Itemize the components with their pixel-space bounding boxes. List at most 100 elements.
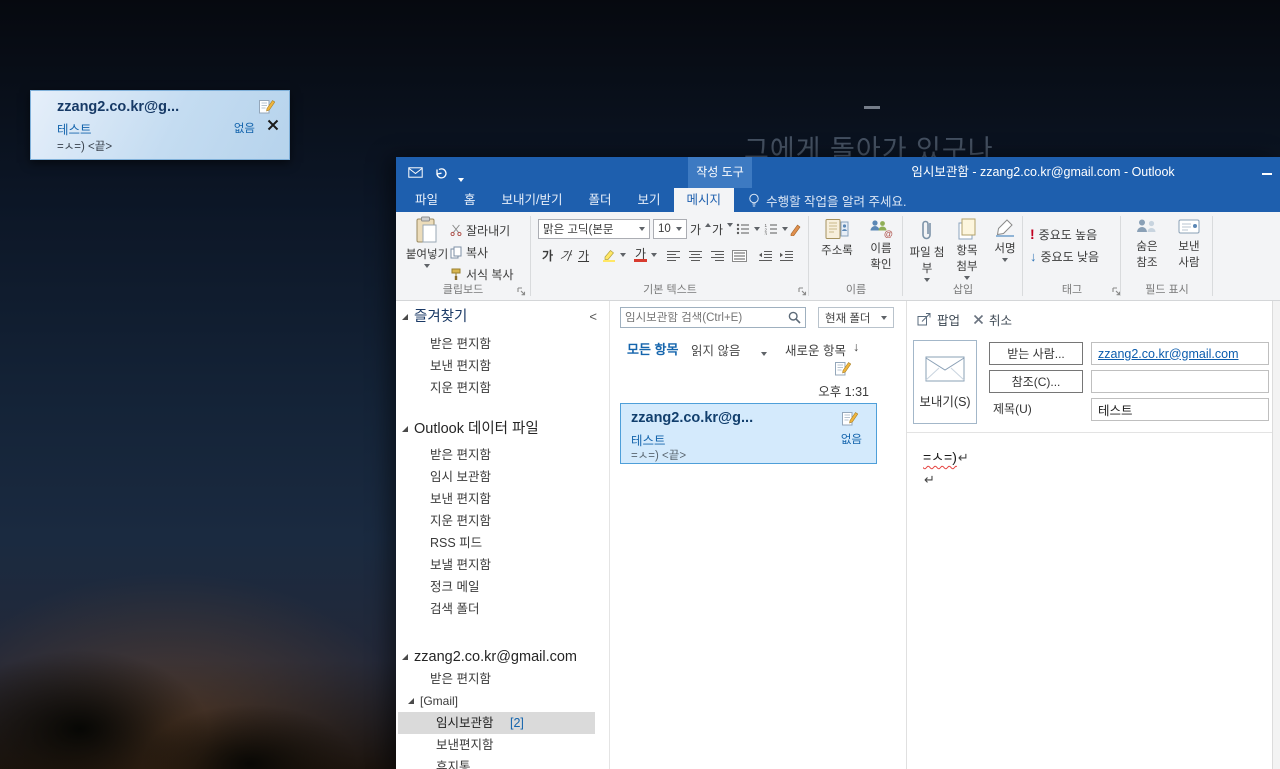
- nav-item-gmail-trash[interactable]: 휴지통: [436, 756, 471, 769]
- nav-item-gmail-node[interactable]: [Gmail]: [420, 690, 458, 712]
- tab-send-receive[interactable]: 보내기/받기: [489, 188, 576, 212]
- discard-button[interactable]: 취소: [973, 308, 1012, 330]
- datafile-header[interactable]: Outlook 데이터 파일: [414, 418, 539, 440]
- tab-home[interactable]: 홈: [451, 188, 489, 212]
- decrease-indent-button[interactable]: [758, 246, 773, 266]
- font-color-button[interactable]: 가: [634, 245, 657, 265]
- from-field-icon: [1178, 219, 1200, 234]
- high-importance-button[interactable]: ! 중요도 높음: [1030, 224, 1097, 244]
- check-names-button[interactable]: @ 이름 확인: [862, 218, 900, 272]
- tab-view[interactable]: 보기: [625, 188, 674, 212]
- nav-item-search-folders[interactable]: 검색 폴더: [430, 598, 479, 620]
- draft-preview-card[interactable]: zzang2.co.kr@g... 테스트 없음 =ㅅ=) <끝>: [30, 90, 290, 160]
- sort-direction-arrow[interactable]: ↓: [853, 340, 859, 354]
- nav-item-junk[interactable]: 정크 메일: [430, 576, 479, 598]
- nav-item-inbox[interactable]: 받은 편지함: [430, 668, 491, 690]
- send-button[interactable]: 보내기(S): [913, 340, 977, 424]
- nav-item-deleted[interactable]: 지운 편지함: [430, 510, 491, 532]
- tab-file[interactable]: 파일: [402, 188, 451, 212]
- pen-style-button[interactable]: [789, 219, 801, 239]
- font-size-select[interactable]: 10: [653, 219, 687, 239]
- nav-item-inbox[interactable]: 받은 편지함: [430, 333, 491, 355]
- attach-file-button[interactable]: 파일 첨부: [908, 218, 946, 282]
- highlight-button[interactable]: [602, 245, 626, 265]
- tab-message[interactable]: 메시지: [673, 188, 735, 212]
- ghost-subject: 테스트: [57, 123, 92, 137]
- cc-button[interactable]: 참조(C)...: [989, 370, 1083, 393]
- align-left-button[interactable]: [666, 246, 681, 266]
- to-button[interactable]: 받는 사람...: [989, 342, 1083, 365]
- align-center-button[interactable]: [688, 246, 703, 266]
- tree-expanded-icon[interactable]: [408, 698, 414, 704]
- align-right-button[interactable]: [710, 246, 725, 266]
- body-line: ↵: [923, 471, 935, 489]
- search-box[interactable]: [620, 307, 806, 328]
- nav-item-drafts[interactable]: 임시 보관함: [430, 466, 491, 488]
- mail-list-item-selected[interactable]: zzang2.co.kr@g... 테스트 없음 =ㅅ=) <끝>: [620, 403, 877, 464]
- bullets-button[interactable]: [736, 219, 760, 239]
- pop-out-button[interactable]: 팝업: [917, 308, 960, 330]
- nav-item-deleted[interactable]: 지운 편지함: [430, 377, 491, 399]
- pen-icon: [790, 224, 801, 236]
- signature-button[interactable]: 서명: [988, 218, 1022, 262]
- nav-item-sent[interactable]: 보낸 편지함: [430, 355, 491, 377]
- title-bar: 작성 도구 임시보관함 - zzang2.co.kr@gmail.com - O…: [396, 157, 1280, 188]
- favorites-header[interactable]: 즐겨찾기: [414, 306, 467, 328]
- tell-me-box[interactable]: 수행할 작업을 알려 주세요.: [748, 188, 906, 212]
- compose-scrollbar[interactable]: [1272, 301, 1280, 769]
- low-importance-button[interactable]: ↓ 중요도 낮음: [1030, 246, 1099, 266]
- paste-button[interactable]: 붙여넣기: [404, 216, 450, 268]
- bcc-button[interactable]: 숨은 참조: [1128, 218, 1166, 270]
- font-name-select[interactable]: 맑은 고딕(본문: [538, 219, 650, 239]
- nav-item-inbox[interactable]: 받은 편지함: [430, 444, 491, 466]
- numbering-button[interactable]: 123: [764, 219, 788, 239]
- minimize-button[interactable]: [1262, 173, 1272, 175]
- to-field[interactable]: zzang2.co.kr@gmail.com: [1091, 342, 1269, 365]
- clipboard-icon: [416, 216, 437, 243]
- names-group-label: 이름: [845, 284, 867, 296]
- search-input[interactable]: [625, 311, 788, 324]
- close-icon[interactable]: [267, 119, 279, 131]
- nav-item-gmail-sent[interactable]: 보낸편지함: [436, 734, 494, 756]
- cc-field[interactable]: [1091, 370, 1269, 393]
- collapse-pane-icon[interactable]: <: [589, 306, 597, 328]
- nav-item-rss[interactable]: RSS 피드: [430, 532, 482, 554]
- message-body-editor[interactable]: =ㅅ=)↵ ↵: [907, 433, 1270, 769]
- tab-folder[interactable]: 폴더: [576, 188, 625, 212]
- bold-button[interactable]: 가: [542, 245, 553, 265]
- search-icon[interactable]: [788, 311, 801, 324]
- tree-expanded-icon[interactable]: [402, 654, 408, 660]
- include-group-label: 삽입: [952, 284, 974, 296]
- nav-item-gmail-drafts-selected[interactable]: 임시보관함 [2]: [398, 712, 595, 734]
- search-scope-dropdown[interactable]: 현재 폴더: [818, 307, 894, 328]
- cut-button[interactable]: 잘라내기: [450, 220, 510, 240]
- mail-list-item[interactable]: 오후 1:31: [617, 357, 881, 401]
- from-button[interactable]: 보낸 사람: [1170, 218, 1208, 270]
- subject-label: 제목(U): [993, 402, 1032, 416]
- attach-item-button[interactable]: 항목 첨부: [948, 218, 986, 280]
- tree-expanded-icon[interactable]: [402, 426, 408, 432]
- nav-item-outbox[interactable]: 보낼 편지함: [430, 554, 491, 576]
- copy-button[interactable]: 복사: [450, 242, 488, 262]
- undo-icon[interactable]: [434, 167, 448, 179]
- grow-font-button[interactable]: 가: [690, 219, 712, 239]
- shrink-font-button[interactable]: 가: [712, 219, 734, 239]
- ribbon-group-separator: [808, 216, 809, 296]
- italic-letter: 가: [558, 248, 572, 263]
- tree-expanded-icon[interactable]: [402, 314, 408, 320]
- basic-text-dialog-launcher[interactable]: [798, 287, 807, 296]
- italic-button[interactable]: 가: [558, 245, 572, 265]
- mail-item-flag: 없음: [840, 434, 862, 446]
- qat-dropdown-icon[interactable]: [458, 171, 464, 189]
- send-receive-icon[interactable]: [408, 167, 423, 178]
- filter-all-items[interactable]: 모든 항목: [627, 339, 678, 358]
- subject-field[interactable]: 테스트: [1091, 398, 1269, 421]
- increase-indent-button[interactable]: [779, 246, 794, 266]
- nav-item-sent[interactable]: 보낸 편지함: [430, 488, 491, 510]
- distribute-button[interactable]: [732, 246, 747, 266]
- account-header[interactable]: zzang2.co.kr@gmail.com: [414, 646, 577, 668]
- address-book-button[interactable]: 주소록: [816, 218, 858, 258]
- clipboard-dialog-launcher[interactable]: [517, 287, 526, 296]
- underline-button[interactable]: 가: [578, 245, 589, 265]
- attach-item-label: 항목 첨부: [956, 245, 978, 273]
